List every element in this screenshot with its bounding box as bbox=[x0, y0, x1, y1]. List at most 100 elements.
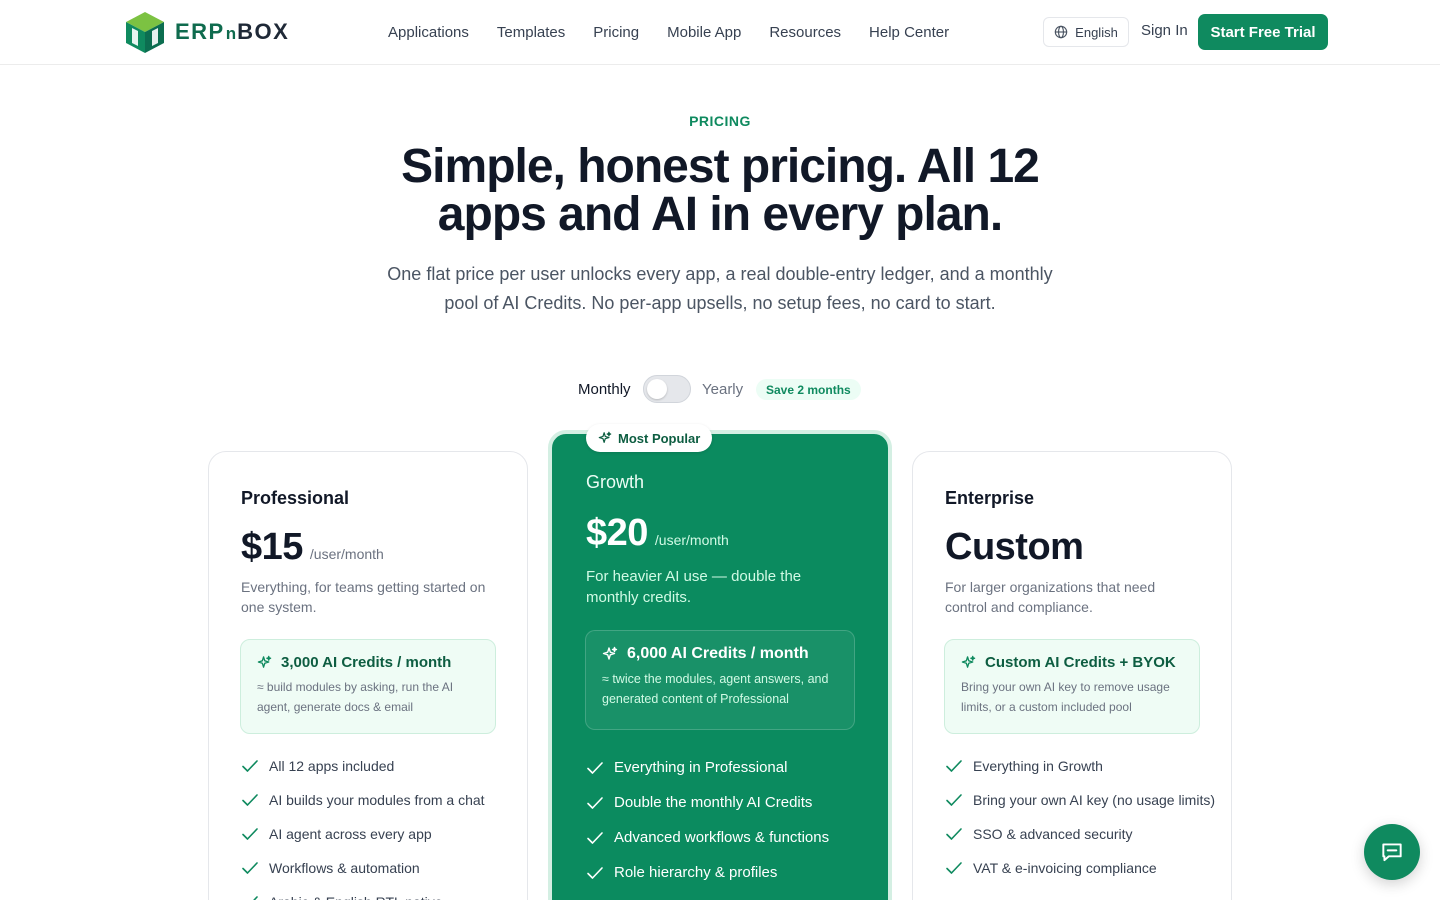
logo-cube-icon bbox=[126, 11, 164, 53]
language-selector[interactable]: English bbox=[1043, 17, 1129, 47]
check-icon bbox=[242, 760, 258, 772]
feature-text: Bring your own AI key (no usage limits) bbox=[973, 792, 1215, 808]
page-title-line-2: apps and AI in every plan. bbox=[437, 188, 1003, 241]
feature-text: Double the monthly AI Credits bbox=[614, 794, 813, 811]
main-nav: Applications Templates Pricing Mobile Ap… bbox=[388, 0, 949, 64]
plan-card-growth: Most Popular Growth $20 /user/month For … bbox=[548, 424, 892, 900]
sparkle-icon bbox=[602, 646, 618, 660]
billing-toggle-knob bbox=[647, 379, 667, 399]
save-badge: Save 2 months bbox=[756, 379, 861, 400]
plan-credits-title: Custom AI Credits + BYOK bbox=[961, 654, 1183, 671]
page-title-line-1: Simple, honest pricing. All 12 bbox=[401, 140, 1040, 193]
feature-text: AI builds your modules from a chat bbox=[269, 792, 485, 808]
plan-feature-list: Everything in Professional Double the mo… bbox=[586, 758, 856, 898]
start-free-trial-button[interactable]: Start Free Trial bbox=[1198, 14, 1328, 50]
plan-description: Everything, for teams getting started on… bbox=[241, 579, 486, 615]
plan-credits-body: ≈ build modules by asking, run the AI ag… bbox=[257, 680, 454, 714]
nav-resources[interactable]: Resources bbox=[769, 24, 841, 41]
feature-text: All 12 apps included bbox=[269, 758, 395, 774]
language-label: English bbox=[1075, 24, 1118, 40]
plan-card-professional: Professional $15 /user/month Everything,… bbox=[208, 451, 528, 900]
page-title: Simple, honest pricing. All 12 apps and … bbox=[370, 143, 1070, 239]
check-icon bbox=[946, 828, 962, 840]
sign-in-link[interactable]: Sign In bbox=[1141, 22, 1188, 39]
check-icon bbox=[587, 797, 603, 809]
check-icon bbox=[946, 760, 962, 772]
plan-card-enterprise: Enterprise Custom For larger organizatio… bbox=[912, 451, 1232, 900]
plan-credits-title: 6,000 AI Credits / month bbox=[602, 645, 838, 663]
sparkle-icon bbox=[257, 655, 272, 668]
nav-applications[interactable]: Applications bbox=[388, 24, 469, 41]
page-subtitle-line-2: pool of AI Credits. No per-app upsells, … bbox=[444, 293, 996, 313]
billing-period-switch: Monthly Yearly Save 2 months bbox=[0, 375, 1440, 403]
list-item: Role hierarchy & profiles bbox=[586, 863, 856, 883]
most-popular-badge: Most Popular bbox=[586, 424, 713, 452]
feature-text: Arabic & English RTL native bbox=[269, 892, 443, 900]
plan-name: Enterprise bbox=[945, 488, 1035, 508]
feature-text: Everything in Growth bbox=[973, 758, 1103, 774]
plan-credits-title-text: 6,000 AI Credits / month bbox=[627, 645, 809, 662]
plan-price: $15 bbox=[241, 526, 303, 568]
feature-text: AI agent across every app bbox=[269, 826, 432, 842]
list-item: AI agent across every app bbox=[241, 824, 511, 844]
list-item: VAT & e-invoicing compliance bbox=[945, 858, 1215, 878]
nav-mobile-app[interactable]: Mobile App bbox=[667, 24, 741, 41]
check-icon bbox=[242, 794, 258, 806]
plan-description: For larger organizations that need contr… bbox=[945, 579, 1156, 615]
section-eyebrow: PRICING bbox=[689, 113, 751, 129]
plan-price-row: $15 /user/month bbox=[241, 526, 384, 569]
logo-wordmark-n: n bbox=[225, 23, 237, 43]
plan-credits-title: 3,000 AI Credits / month bbox=[257, 654, 479, 671]
plan-price-unit: /user/month bbox=[654, 532, 729, 548]
plan-name: Professional bbox=[241, 488, 350, 508]
plan-price-unit: /user/month bbox=[309, 546, 384, 562]
check-icon bbox=[253, 896, 258, 900]
page-subtitle-line-1: One flat price per user unlocks every ap… bbox=[387, 264, 1053, 284]
logo[interactable]: ERP n BOX bbox=[123, 9, 289, 54]
chat-bubble-icon bbox=[1382, 843, 1402, 862]
globe-icon bbox=[1054, 25, 1068, 39]
plan-price-row: Custom bbox=[945, 526, 1090, 569]
logo-wordmark: ERP n BOX bbox=[175, 19, 289, 45]
plan-description: For heavier AI use — double the monthly … bbox=[586, 568, 802, 606]
chat-button[interactable] bbox=[1364, 824, 1420, 880]
list-item: AI builds your modules from a chat bbox=[241, 790, 511, 810]
list-item: Advanced workflows & functions bbox=[586, 828, 856, 848]
plan-credits-box: Custom AI Credits + BYOK Bring your own … bbox=[944, 639, 1200, 734]
list-item: Arabic & English RTL native bbox=[241, 892, 511, 900]
logo-wordmark-box: BOX bbox=[237, 18, 290, 44]
sparkle-icon bbox=[598, 431, 612, 443]
check-icon bbox=[242, 862, 258, 874]
plan-credits-box: 6,000 AI Credits / month ≈ twice the mod… bbox=[585, 630, 855, 730]
plan-feature-list: Everything in Growth Bring your own AI k… bbox=[945, 756, 1215, 892]
nav-pricing[interactable]: Pricing bbox=[593, 24, 639, 41]
nav-templates[interactable]: Templates bbox=[497, 24, 565, 41]
feature-text: Role hierarchy & profiles bbox=[614, 864, 778, 881]
list-item: Bring your own AI key (no usage limits) bbox=[945, 790, 1215, 810]
feature-text: VAT & e-invoicing compliance bbox=[973, 860, 1157, 876]
plan-credits-title-text: 3,000 AI Credits / month bbox=[281, 654, 452, 671]
billing-monthly-label[interactable]: Monthly bbox=[578, 381, 631, 398]
feature-text: Workflows & automation bbox=[269, 860, 420, 876]
plan-credits-title-text: Custom AI Credits + BYOK bbox=[985, 654, 1176, 671]
page-subtitle: One flat price per user unlocks every ap… bbox=[360, 260, 1080, 318]
billing-yearly-label[interactable]: Yearly bbox=[702, 381, 743, 398]
check-icon bbox=[587, 832, 603, 844]
check-icon bbox=[587, 867, 603, 879]
feature-text: Advanced workflows & functions bbox=[614, 829, 830, 846]
plan-credits-body: Bring your own AI key to remove usage li… bbox=[961, 680, 1170, 714]
site-header: ERP n BOX Applications Templates Pricing M… bbox=[0, 0, 1440, 65]
nav-help-center[interactable]: Help Center bbox=[869, 24, 949, 41]
plan-credits-box: 3,000 AI Credits / month ≈ build modules… bbox=[240, 639, 496, 734]
sparkle-icon bbox=[961, 655, 976, 668]
feature-text: Everything in Professional bbox=[614, 759, 788, 776]
plan-price: $20 bbox=[586, 512, 648, 554]
plan-name: Growth bbox=[586, 472, 645, 492]
feature-text: SSO & advanced security bbox=[973, 826, 1133, 842]
plan-feature-list: All 12 apps included AI builds your modu… bbox=[241, 756, 511, 900]
check-icon bbox=[946, 862, 962, 874]
list-item: SSO & advanced security bbox=[945, 824, 1215, 844]
most-popular-label: Most Popular bbox=[618, 430, 701, 446]
billing-toggle[interactable] bbox=[643, 375, 691, 403]
check-icon bbox=[946, 794, 962, 806]
